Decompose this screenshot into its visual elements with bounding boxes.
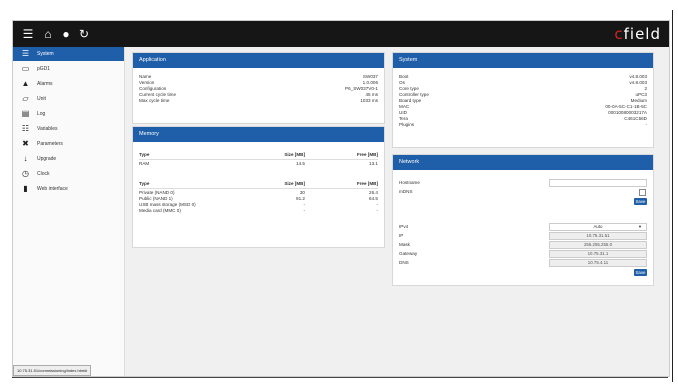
ipv4-label: IPv4: [399, 224, 409, 229]
bookmark-icon: ▮: [23, 184, 28, 193]
bell-icon: ▲: [21, 79, 30, 88]
sidebar-item-unit[interactable]: ⏥ Unit: [13, 92, 124, 106]
mask-field[interactable]: 255.255.255.0: [549, 241, 647, 249]
gateway-field[interactable]: 10.75.31.1: [549, 250, 647, 258]
divider: [12, 377, 668, 378]
book-icon: ▤: [21, 109, 30, 118]
divider: [672, 10, 673, 382]
table-header: Type Size [MB] Free [MB]: [139, 181, 378, 186]
clock-icon: ◷: [22, 169, 29, 178]
database-icon: ☷: [21, 124, 30, 133]
hostname-label: Hostname: [399, 180, 420, 185]
sidebar-item-pgd1[interactable]: ▭ pGD1: [13, 62, 124, 76]
application-panel: Application Name SW037 Version 1.0.006 Con…: [132, 52, 385, 124]
system-panel: System Boot v4.8.003 Os v4.8.003 Core type…: [392, 52, 654, 148]
plug-icon: ⏥: [22, 94, 29, 103]
ip-field[interactable]: 10.75.31.51: [549, 232, 647, 240]
home-icon[interactable]: ⌂: [41, 27, 55, 41]
cfield-logo: cfield: [614, 25, 661, 43]
dns-field[interactable]: 10.75.4.11: [549, 259, 647, 267]
mdns-label: mDNS: [399, 189, 413, 194]
sidebar-item-clock[interactable]: ◷ Clock: [13, 167, 124, 181]
divider: [139, 188, 378, 189]
list-icon: ☰: [21, 49, 30, 58]
divider: [139, 159, 378, 160]
ipv4-mode-select[interactable]: Auto ▼: [549, 223, 647, 231]
save-network-button[interactable]: Save: [634, 269, 647, 276]
table-row: Media card (MMC 0) - -: [139, 208, 378, 213]
sidebar-item-web-interface[interactable]: ▮ Web interface: [13, 182, 124, 196]
info-row: Max cycle time 1033 ms: [139, 98, 378, 103]
panel-title: Application: [133, 53, 384, 68]
monitor-icon: ▭: [21, 64, 30, 73]
network-panel: Network Hostname mDNS Save IPv4 Auto ▼ IP…: [392, 154, 654, 286]
hostname-input[interactable]: [549, 179, 647, 187]
dns-label: DNS: [399, 260, 409, 265]
status-url: 10.75.31.51/commissioning/index.html#: [13, 365, 92, 376]
sidebar: ☰ System ▭ pGD1 ▲ Alarms ⏥ Unit ▤ Log ☷ …: [13, 47, 125, 376]
menu-icon[interactable]: ☰: [21, 27, 35, 41]
mdns-checkbox[interactable]: [639, 189, 646, 196]
sidebar-item-log[interactable]: ▤ Log: [13, 107, 124, 121]
sidebar-item-system[interactable]: ☰ System: [13, 47, 124, 61]
refresh-icon[interactable]: ↻: [77, 27, 91, 41]
chevron-down-icon: ▼: [638, 224, 642, 229]
info-row: Plugins -: [399, 122, 647, 127]
sidebar-item-variables[interactable]: ☷ Variables: [13, 122, 124, 136]
panel-title: System: [393, 53, 653, 68]
save-button[interactable]: Save: [634, 198, 647, 205]
wrench-icon: ✖: [22, 139, 29, 148]
gateway-label: Gateway: [399, 251, 418, 256]
panel-title: Network: [393, 155, 653, 170]
user-icon[interactable]: ●: [59, 27, 73, 41]
mask-label: Mask: [399, 242, 410, 247]
table-header: Type Size [MB] Free [MB]: [139, 152, 378, 157]
memory-panel: Memory Type Size [MB] Free [MB] RAM 14.5 13.…: [132, 126, 385, 248]
table-row: RAM 14.5 13.1: [139, 161, 378, 166]
ip-label: IP: [399, 233, 404, 238]
sidebar-item-upgrade[interactable]: ↓ Upgrade: [13, 152, 124, 166]
sidebar-item-parameters[interactable]: ✖ Parameters: [13, 137, 124, 151]
panel-title: Memory: [133, 127, 384, 142]
download-icon: ↓: [23, 154, 28, 163]
app-window: ☰ ⌂ ● ↻ cfield ☰ System ▭ pGD1 ▲ Alarms …: [12, 20, 670, 377]
sidebar-item-alarms[interactable]: ▲ Alarms: [13, 77, 124, 91]
top-bar: ☰ ⌂ ● ↻ cfield: [13, 21, 669, 47]
